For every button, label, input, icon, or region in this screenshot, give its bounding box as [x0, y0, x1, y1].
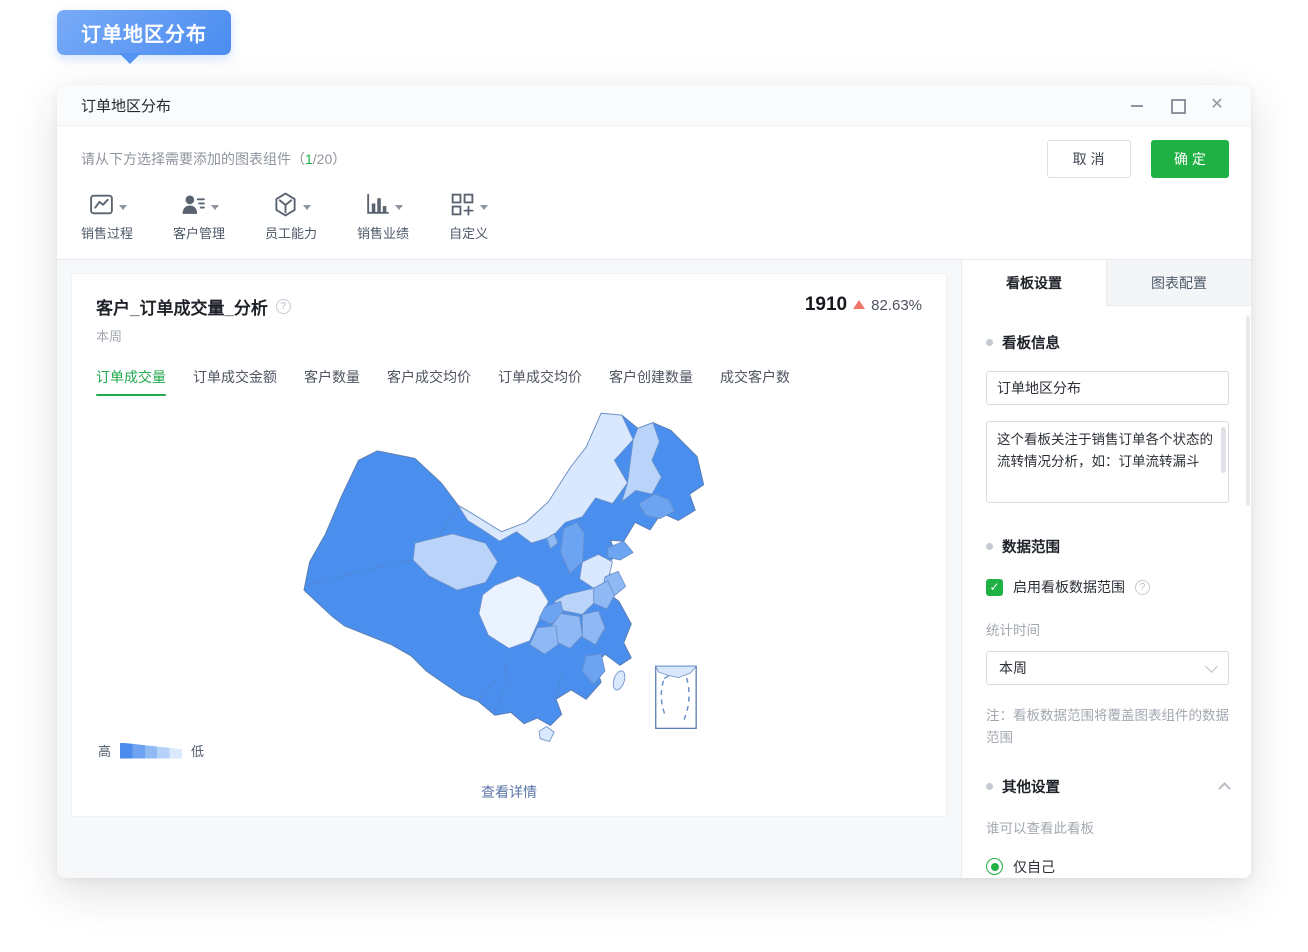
tab-chart-config[interactable]: 图表配置 [1106, 260, 1251, 306]
legend-high-label: 高 [98, 741, 111, 760]
chevron-down-icon [119, 205, 127, 214]
board-settings-dialog: 订单地区分布 ✕ 请从下方选择需要添加的图表组件（1/20） 取 消 确 定 [57, 85, 1251, 878]
maximize-icon[interactable] [1169, 97, 1185, 113]
toolbar-item-customer-management[interactable]: 客户管理 [173, 188, 225, 242]
bar-chart-icon [364, 191, 391, 218]
enable-scope-checkbox[interactable] [986, 579, 1003, 596]
collapse-chevron-icon[interactable] [1218, 782, 1231, 795]
chevron-down-icon [1205, 660, 1218, 673]
tab-customer-avg-price[interactable]: 客户成交均价 [387, 367, 471, 396]
metric-value: 1910 [805, 294, 847, 316]
toolbar-item-custom[interactable]: 自定义 [449, 188, 488, 242]
dialog-content: 客户_订单成交量_分析 ? 1910 82.63% 本周 订单成交量 订单成交金… [57, 260, 1251, 878]
scope-note: 注：看板数据范围将覆盖图表组件的数据范围 [986, 705, 1229, 750]
toolbar-item-label: 销售业绩 [357, 223, 409, 242]
settings-sidebar: 看板设置 图表配置 看板信息 这个看板关注于销售订单各个状态的流转情况分析，如：… [961, 260, 1251, 878]
window-controls: ✕ [1129, 97, 1225, 113]
metric: 1910 82.63% [805, 294, 922, 316]
cancel-button[interactable]: 取 消 [1047, 140, 1131, 178]
tab-order-amount[interactable]: 订单成交金额 [193, 367, 277, 396]
legend-low-label: 低 [191, 741, 204, 760]
dashboard-preview-area: 客户_订单成交量_分析 ? 1910 82.63% 本周 订单成交量 订单成交金… [57, 260, 961, 878]
tab-board-settings[interactable]: 看板设置 [962, 260, 1106, 306]
chevron-down-icon [480, 205, 488, 214]
customer-icon [180, 191, 207, 218]
section-data-scope: 数据范围 [986, 536, 1229, 557]
tab-order-avg-price[interactable]: 订单成交均价 [498, 367, 582, 396]
visibility-label: 谁可以查看此看板 [986, 817, 1229, 837]
toolbar-item-employee-ability[interactable]: 员工能力 [265, 188, 317, 242]
trend-up-icon [853, 294, 865, 309]
selected-count: 1 [305, 151, 313, 167]
board-settings-panel: 看板信息 这个看板关注于销售订单各个状态的流转情况分析，如：订单流转漏斗 数据范… [962, 306, 1251, 878]
stat-time-label: 统计时间 [986, 619, 1229, 639]
south-china-sea-inset [656, 666, 696, 728]
tab-customer-created[interactable]: 客户创建数量 [609, 367, 693, 396]
toolbar-item-label: 自定义 [449, 223, 488, 242]
chart-component-toolbar: 销售过程 客户管理 [57, 186, 1251, 260]
confirm-button[interactable]: 确 定 [1151, 140, 1229, 178]
board-description-textarea[interactable]: 这个看板关注于销售订单各个状态的流转情况分析，如：订单流转漏斗 [986, 421, 1229, 503]
textarea-scrollbar[interactable] [1221, 427, 1226, 473]
help-icon[interactable]: ? [276, 299, 291, 314]
section-other-settings: 其他设置 [986, 776, 1229, 797]
only-me-radio[interactable] [986, 858, 1003, 875]
section-board-info: 看板信息 [986, 332, 1229, 353]
help-icon[interactable]: ? [1135, 580, 1150, 595]
instruction-text: 请从下方选择需要添加的图表组件（1/20） [81, 149, 346, 169]
toolbar-item-label: 员工能力 [265, 223, 317, 242]
dialog-actions: 取 消 确 定 [1047, 140, 1229, 178]
enable-scope-row: 启用看板数据范围 ? [986, 577, 1229, 597]
instruction-suffix: /20） [313, 151, 346, 167]
section-title: 看板信息 [1002, 332, 1060, 353]
china-map[interactable] [96, 400, 922, 752]
board-title-badge: 订单地区分布 [57, 10, 231, 55]
china-choropleth-map [283, 402, 735, 750]
sidebar-scrollbar[interactable] [1246, 316, 1250, 506]
toolbar-item-sales-performance[interactable]: 销售业绩 [357, 188, 409, 242]
toolbar-item-label: 销售过程 [81, 223, 133, 242]
chevron-down-icon [303, 205, 311, 214]
dialog-header: 订单地区分布 ✕ [57, 85, 1251, 126]
close-icon[interactable]: ✕ [1209, 97, 1225, 113]
section-title: 数据范围 [1002, 536, 1060, 557]
only-me-label: 仅自己 [1013, 857, 1055, 877]
chart-card-title: 客户_订单成交量_分析 [96, 294, 268, 319]
board-name-input[interactable] [986, 371, 1229, 405]
tab-deal-customer-count[interactable]: 成交客户数 [720, 367, 790, 396]
section-bullet [986, 783, 993, 790]
visibility-option-row: 仅自己 [986, 857, 1229, 877]
section-bullet [986, 543, 993, 550]
section-title: 其他设置 [1002, 776, 1060, 797]
chart-card-subtitle: 本周 [96, 326, 922, 345]
instruction-prefix: 请从下方选择需要添加的图表组件（ [81, 151, 305, 167]
toolbar-item-sales-process[interactable]: 销售过程 [81, 188, 133, 242]
line-chart-icon [88, 191, 115, 218]
dialog-title: 订单地区分布 [81, 95, 171, 116]
custom-widget-icon [449, 191, 476, 218]
metric-delta: 82.63% [871, 297, 922, 314]
radar-icon [272, 191, 299, 218]
board-title-badge-label: 订单地区分布 [81, 24, 207, 46]
view-details-link[interactable]: 查看详情 [72, 782, 946, 802]
toolbar-item-label: 客户管理 [173, 223, 225, 242]
chevron-down-icon [211, 205, 219, 214]
tab-customer-count[interactable]: 客户数量 [304, 367, 360, 396]
stat-time-value: 本周 [999, 658, 1027, 678]
sidebar-tabs: 看板设置 图表配置 [962, 260, 1251, 306]
minimize-icon[interactable] [1129, 97, 1145, 113]
chart-card: 客户_订单成交量_分析 ? 1910 82.63% 本周 订单成交量 订单成交金… [71, 273, 947, 817]
legend-gradient [120, 743, 182, 759]
stat-time-select[interactable]: 本周 [986, 651, 1229, 685]
page: 订单地区分布 订单地区分布 ✕ 请从下方选择需要添加的图表组件（1/20） 取 … [0, 0, 1308, 952]
enable-scope-label: 启用看板数据范围 [1013, 577, 1125, 597]
map-legend: 高 低 [98, 741, 204, 760]
tab-order-volume[interactable]: 订单成交量 [96, 367, 166, 396]
chevron-down-icon [395, 205, 403, 214]
dialog-subheader: 请从下方选择需要添加的图表组件（1/20） 取 消 确 定 [57, 126, 1251, 186]
section-bullet [986, 339, 993, 346]
metric-tabs: 订单成交量 订单成交金额 客户数量 客户成交均价 订单成交均价 客户创建数量 成… [96, 367, 922, 396]
